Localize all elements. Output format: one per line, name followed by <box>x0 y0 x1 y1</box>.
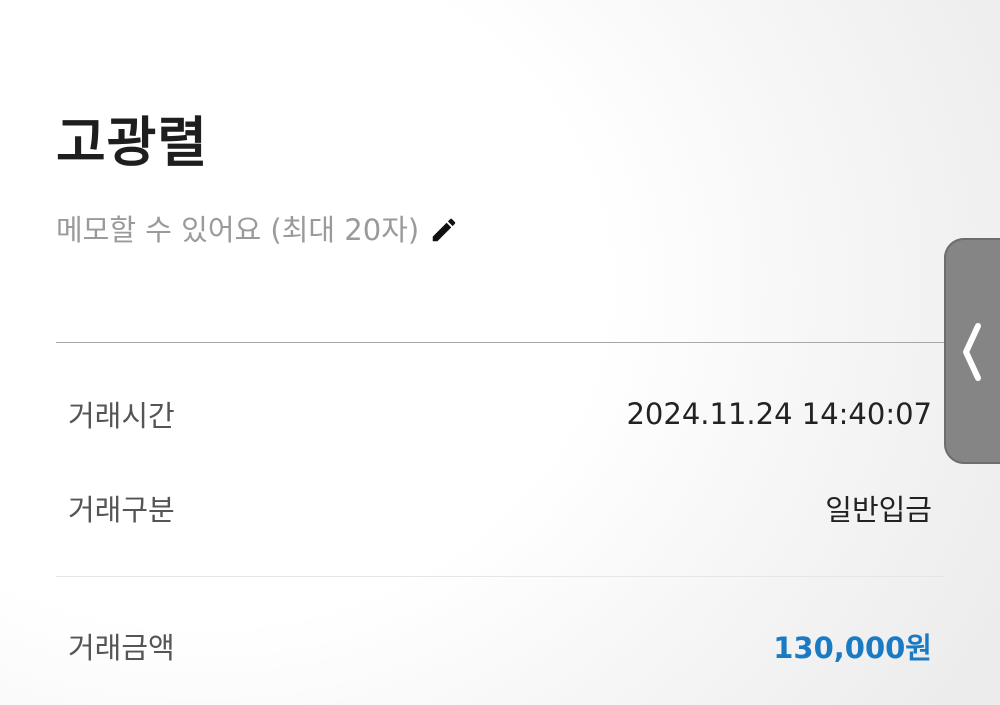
amount-value: 130,000원 <box>773 631 932 665</box>
side-panel-handle[interactable] <box>944 238 1000 464</box>
detail-row-amount: 거래금액 130,000원 <box>68 624 932 668</box>
detail-row-type: 거래구분 일반입금 <box>68 486 932 530</box>
detail-value: 일반입금 <box>825 493 932 527</box>
pencil-icon[interactable] <box>429 215 459 245</box>
detail-value: 2024.11.24 14:40:07 <box>626 397 932 431</box>
section-divider <box>56 342 944 343</box>
detail-label: 거래금액 <box>68 631 175 665</box>
detail-label: 거래구분 <box>68 493 175 527</box>
detail-row-time: 거래시간 2024.11.24 14:40:07 <box>68 392 932 436</box>
memo-placeholder: 메모할 수 있어요 (최대 20자) <box>56 213 420 247</box>
row-divider <box>56 576 944 577</box>
memo-field[interactable]: 메모할 수 있어요 (최대 20자) <box>56 208 459 252</box>
chevron-left-icon <box>963 323 981 381</box>
page-title: 고광렬 <box>56 111 209 174</box>
detail-label: 거래시간 <box>68 399 175 433</box>
